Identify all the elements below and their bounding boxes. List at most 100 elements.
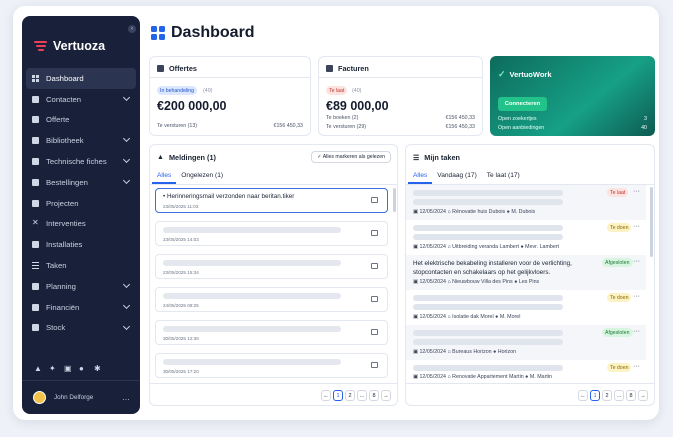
page-8-button[interactable]: 8 [626, 390, 636, 401]
next-page-button[interactable]: → [638, 390, 648, 401]
badge-count: (40) [203, 88, 213, 94]
more-icon[interactable]: ··· [633, 223, 640, 230]
more-icon[interactable]: ··· [633, 188, 640, 195]
notification-item[interactable]: 23/05/2025 15:34 [155, 254, 388, 279]
status-badge: Afgesloten [602, 258, 633, 267]
projects-icon [32, 199, 39, 207]
task-item[interactable]: Te doen ··· ▣ 12/05/2024 ⌂ Uitbreiding v… [406, 220, 646, 255]
sidebar-item-projecten[interactable]: Projecten [26, 193, 136, 214]
dashboard-icon [151, 26, 165, 40]
next-page-button[interactable]: → [381, 390, 391, 401]
sidebar-item-installaties[interactable]: Installaties [26, 234, 136, 255]
truck-icon [32, 178, 39, 186]
offertes-card[interactable]: Offertes In behandeling (40) €200 000,00… [149, 56, 311, 136]
tools-icon [32, 218, 39, 227]
status-badge: Te doen [607, 363, 632, 372]
mail-open-icon [371, 296, 378, 302]
tab-alles[interactable]: Alles [408, 170, 433, 184]
scrollbar[interactable] [393, 188, 396, 212]
meldingen-card: ▲ Meldingen (1) ✓ Alles markeren als gele… [149, 144, 398, 406]
status-badge: Te laat [326, 86, 348, 95]
page-2-button[interactable]: 2 [345, 390, 355, 401]
task-item[interactable]: Afgesloten ··· ▣ 12/05/2024 ⌂ Bureaus Ho… [406, 325, 646, 360]
page-ellipsis: ... [614, 390, 624, 401]
row-value: 40 [641, 125, 647, 131]
bell-icon: ▲ [157, 154, 164, 161]
app-window: Vertuoza ‹ Dashboard Contacten Offerte B… [13, 6, 659, 420]
notification-item[interactable]: 24/05/2025 08:25 [155, 287, 388, 312]
notification-date: 23/05/2025 14:03 [163, 237, 199, 242]
sidebar-item-bestellingen[interactable]: Bestellingen [26, 172, 136, 193]
sidebar-item-financien[interactable]: Financiën [26, 297, 136, 318]
more-icon[interactable]: ··· [633, 258, 640, 265]
tasks-icon [32, 262, 39, 270]
bell-icon[interactable]: ▲ [34, 365, 42, 373]
collapse-sidebar-icon[interactable]: ‹ [128, 25, 136, 33]
more-icon[interactable]: ··· [633, 293, 640, 300]
finance-icon [32, 303, 39, 311]
tab-vandaag[interactable]: Vandaag (17) [432, 170, 481, 184]
sidebar-item-technische-fiches[interactable]: Technische fiches [26, 151, 136, 172]
sidebar-item-offerte[interactable]: Offerte [26, 110, 136, 131]
chevron-down-icon [122, 322, 131, 330]
task-meta: ▣ 12/05/2024 ⌂ Nieuwbouw Villa des Pins … [413, 279, 540, 285]
page-8-button[interactable]: 8 [369, 390, 379, 401]
status-badge: Te laat [607, 188, 629, 197]
sparkle-icon[interactable]: ✦ [49, 365, 56, 373]
task-item[interactable]: Te doen ··· ▣ 12/05/2024 ⌂ Isolatie dak … [406, 290, 646, 325]
taken-card: ☰ Mijn taken Alles Vandaag (17) Te laat (… [405, 144, 655, 406]
connect-button[interactable]: Connecteren [498, 97, 547, 111]
more-icon[interactable]: … [122, 393, 130, 402]
meldingen-tabs: Alles Ongelezen (1) [152, 170, 228, 184]
sidebar-item-planning[interactable]: Planning [26, 276, 136, 297]
sidebar-item-contacten[interactable]: Contacten [26, 89, 136, 110]
user-menu[interactable]: John Delforge … [22, 380, 140, 414]
document-icon[interactable]: ▣ [64, 365, 72, 373]
sidebar-item-stock[interactable]: Stock [26, 318, 136, 339]
task-title: Het elektrische bekabeling installeren v… [413, 260, 572, 276]
badge-count: (40) [352, 88, 362, 94]
notification-item[interactable]: • Herinneringsmail verzonden naar berita… [155, 188, 388, 213]
mark-all-read-button[interactable]: ✓ Alles markeren als gelezen [311, 151, 391, 163]
main-content: Dashboard Offertes In behandeling (40) €… [149, 6, 659, 420]
contacts-icon [32, 95, 39, 103]
row-label: Te versturen (29) [326, 124, 367, 130]
tab-alles[interactable]: Alles [152, 170, 177, 184]
sidebar-item-taken[interactable]: Taken [26, 255, 136, 276]
document-icon [157, 65, 164, 72]
app-logo[interactable]: Vertuoza [34, 39, 105, 53]
prev-page-button[interactable]: ← [578, 390, 588, 401]
more-icon[interactable]: ··· [633, 363, 640, 370]
sidebar-item-bibliotheek[interactable]: Bibliotheek [26, 130, 136, 151]
task-item[interactable]: Te laat ··· ▣ 12/05/2024 ⌂ Rénovatie hui… [406, 185, 646, 220]
mail-open-icon [371, 263, 378, 269]
more-icon[interactable]: ··· [633, 328, 640, 335]
row-value: 3 [644, 116, 647, 122]
notification-item[interactable]: 23/05/2025 14:03 [155, 221, 388, 246]
sidebar: Vertuoza ‹ Dashboard Contacten Offerte B… [22, 16, 140, 414]
notification-item[interactable]: 30/05/2025 17:20 [155, 353, 388, 378]
row-label: Open zoekertjes [498, 116, 537, 122]
tab-ongelezen[interactable]: Ongelezen (1) [176, 170, 228, 184]
page-1-button[interactable]: 1 [333, 390, 343, 401]
sidebar-item-dashboard[interactable]: Dashboard [26, 68, 136, 89]
vertuowork-logo-icon: ✓ [498, 69, 506, 79]
facturen-card[interactable]: Facturen Te laat (40) €89 000,00 Te boek… [318, 56, 483, 136]
sidebar-item-interventies[interactable]: Interventies [26, 214, 136, 235]
vertuowork-name: VertuoWork [509, 70, 552, 79]
invoice-icon [326, 65, 333, 72]
page-2-button[interactable]: 2 [602, 390, 612, 401]
task-item[interactable]: Te doen ··· ▣ 12/05/2024 ⌂ Renovatie App… [406, 360, 646, 383]
task-item[interactable]: Het elektrische bekabeling installeren v… [406, 255, 646, 290]
scrollbar[interactable] [650, 187, 653, 257]
prev-page-button[interactable]: ← [321, 390, 331, 401]
calendar-icon [32, 282, 39, 290]
page-1-button[interactable]: 1 [590, 390, 600, 401]
status-badge: In behandeling [157, 86, 198, 95]
gear-icon[interactable]: ✱ [94, 365, 101, 373]
task-meta: ▣ 12/05/2024 ⌂ Uitbreiding veranda Lambe… [413, 244, 560, 250]
help-icon[interactable]: ● [79, 365, 86, 373]
tab-te-laat[interactable]: Te laat (17) [482, 170, 525, 184]
taken-tabs: Alles Vandaag (17) Te laat (17) [408, 170, 525, 184]
notification-item[interactable]: 30/05/2025 12:36 [155, 320, 388, 345]
